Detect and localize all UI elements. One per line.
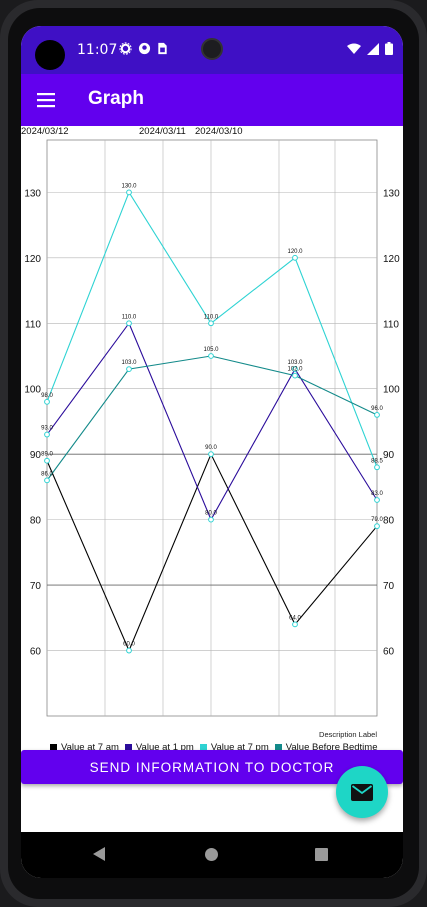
sim-icon — [158, 42, 167, 55]
data-label: 102.0 — [287, 367, 303, 373]
status-icons — [119, 42, 168, 55]
plot-frame — [46, 139, 378, 717]
data-label: 89.0 — [41, 452, 53, 458]
y-tick-label-right: 120 — [383, 254, 400, 265]
y-tick-label-right: 130 — [383, 188, 400, 199]
data-point — [292, 372, 298, 379]
data-label: 93.0 — [41, 426, 53, 432]
data-label: 90.0 — [205, 445, 217, 451]
page-title: Graph — [88, 88, 144, 109]
notification-icon — [138, 42, 151, 55]
y-tick-label-left: 100 — [24, 385, 41, 396]
data-label: 98.0 — [41, 393, 53, 399]
status-right-icons — [347, 42, 393, 55]
data-label: 110.0 — [204, 314, 219, 320]
data-label: 103.0 — [287, 360, 303, 366]
data-label: 96.0 — [371, 406, 383, 412]
battery-icon — [385, 42, 393, 55]
recents-icon[interactable] — [315, 848, 328, 861]
data-point — [208, 516, 214, 523]
line-chart: 60 60 70 70 80 80 90 90 100 100 110 110 120 120 130 130… — [21, 126, 403, 753]
data-point — [208, 353, 214, 359]
y-tick-label-left: 120 — [24, 254, 41, 265]
y-tick-label-right: 80 — [383, 516, 395, 527]
chart-svg: 60 60 70 70 80 80 90 90 100 100 110 110 120 120 130 130… — [21, 126, 400, 717]
data-label: 86.0 — [41, 471, 53, 477]
data-point — [126, 647, 132, 654]
app-bar: Graph — [21, 74, 403, 126]
data-point — [126, 320, 132, 327]
data-point — [374, 523, 380, 530]
y-tick-label-right: 70 — [383, 581, 395, 592]
data-point — [374, 497, 380, 503]
phone-screen: 11:07 Graph 60 60 70 70 80 80 90 90 100 100 110 110… — [21, 26, 403, 878]
x-top-label: 2024/03/10 — [195, 126, 243, 137]
data-label: 103.0 — [121, 360, 137, 366]
data-point — [374, 412, 380, 418]
status-bar: 11:07 — [21, 26, 403, 74]
data-label: 110.0 — [122, 314, 137, 320]
home-icon[interactable] — [205, 848, 218, 861]
data-label: 64.0 — [289, 615, 301, 621]
data-label: 79.0 — [371, 517, 383, 523]
y-tick-label-right: 60 — [383, 647, 395, 658]
data-point — [374, 464, 380, 471]
y-tick-label-left: 130 — [24, 188, 41, 199]
x-top-label: 2024/03/12 — [21, 126, 69, 137]
data-point — [292, 254, 298, 261]
data-point — [292, 621, 298, 628]
data-label: 120.0 — [287, 249, 303, 255]
y-tick-label-right: 90 — [383, 450, 395, 461]
data-point — [126, 366, 132, 372]
navigation-bar — [21, 832, 403, 878]
status-time: 11:07 — [77, 42, 118, 58]
data-point — [44, 398, 50, 405]
series-line-2 — [46, 191, 378, 468]
data-label: 80.0 — [205, 511, 217, 517]
y-tick-label-left: 110 — [25, 319, 41, 330]
data-point — [126, 189, 132, 196]
data-point — [208, 451, 214, 458]
back-icon[interactable] — [93, 847, 105, 861]
y-tick-label-right: 110 — [383, 319, 399, 330]
front-camera — [201, 38, 223, 60]
data-label: 105.0 — [203, 347, 219, 353]
data-label: 60.0 — [123, 642, 135, 648]
y-tick-label-left: 60 — [30, 647, 42, 658]
series-line-0 — [46, 452, 378, 652]
data-point — [44, 457, 50, 464]
camera-cutout — [35, 40, 65, 70]
y-tick-label-left: 70 — [30, 581, 42, 592]
data-point — [208, 320, 214, 327]
email-fab[interactable] — [336, 766, 388, 818]
mail-icon — [351, 783, 373, 801]
data-point — [44, 431, 50, 438]
data-label: 83.0 — [371, 491, 383, 497]
y-tick-label-left: 90 — [30, 450, 42, 461]
y-tick-label-right: 100 — [383, 385, 400, 396]
series-line-3 — [46, 355, 378, 481]
wifi-icon — [347, 43, 361, 54]
description-label: Description Label — [319, 730, 377, 739]
y-tick-label-left: 80 — [30, 516, 42, 527]
gear-icon — [119, 42, 132, 55]
data-label: 88.5 — [371, 458, 383, 464]
menu-icon[interactable] — [33, 88, 61, 112]
x-top-label: 2024/03/11 — [139, 126, 186, 137]
signal-icon — [367, 42, 379, 55]
data-point — [44, 477, 50, 484]
data-label: 130.0 — [121, 183, 137, 189]
